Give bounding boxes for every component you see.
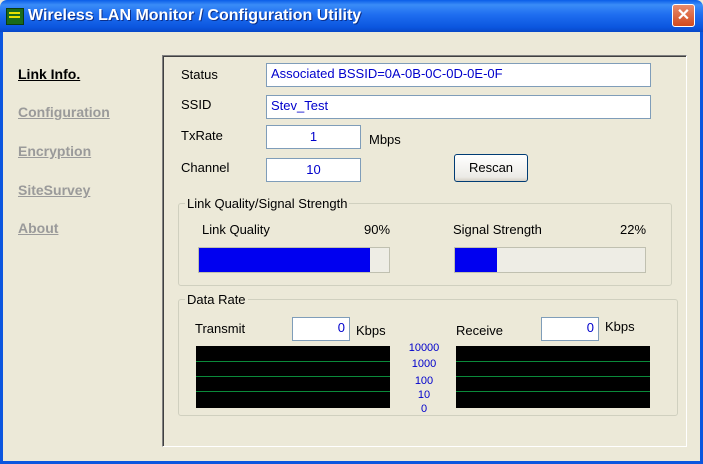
transmit-label: Transmit (195, 321, 246, 336)
ssid-field: Stev_Test (266, 95, 651, 119)
signal-strength-label: Signal Strength (453, 222, 542, 237)
graph-gridline (196, 391, 390, 392)
signal-strength-value: 22% (620, 222, 647, 237)
graph-gridline (456, 391, 650, 392)
app-icon (6, 8, 24, 25)
transmit-graph (196, 346, 390, 408)
scale-label: 10 (417, 389, 431, 401)
transmit-unit: Kbps (356, 323, 386, 338)
quality-group-label: Link Quality/Signal Strength (187, 196, 348, 211)
title-bar[interactable]: Wireless LAN Monitor / Configuration Uti… (0, 0, 703, 32)
link-quality-bar (198, 247, 390, 273)
signal-strength-bar (454, 247, 646, 273)
nav-item-about[interactable]: About (18, 220, 58, 236)
channel-field: 10 (266, 158, 361, 182)
scale-label: 100 (414, 375, 434, 387)
graph-gridline (456, 361, 650, 362)
receive-unit: Kbps (605, 319, 635, 334)
link-quality-bar-fill (199, 248, 370, 272)
window-frame-left (0, 32, 3, 464)
status-field: Associated BSSID=0A-0B-0C-0D-0E-0F (266, 63, 651, 87)
nav-item-configuration[interactable]: Configuration (18, 104, 110, 120)
window-title: Wireless LAN Monitor / Configuration Uti… (28, 7, 362, 24)
txrate-label: TxRate (181, 128, 223, 143)
close-button[interactable]: ✕ (672, 4, 695, 27)
nav-item-link-info[interactable]: Link Info. (18, 66, 80, 82)
link-quality-value: 90% (364, 222, 391, 237)
channel-label: Channel (181, 160, 230, 175)
txrate-field: 1 (266, 125, 361, 149)
data-rate-group-label: Data Rate (187, 292, 246, 307)
ssid-label: SSID (181, 97, 212, 112)
nav-item-sitesurvey[interactable]: SiteSurvey (18, 182, 90, 198)
txrate-unit: Mbps (369, 132, 401, 147)
nav-item-encryption[interactable]: Encryption (18, 143, 91, 159)
receive-field: 0 (541, 317, 599, 341)
link-quality-label: Link Quality (202, 222, 270, 237)
graph-gridline (456, 376, 650, 377)
transmit-field: 0 (292, 317, 350, 341)
graph-gridline (196, 376, 390, 377)
receive-label: Receive (456, 323, 503, 338)
rescan-button[interactable]: Rescan (454, 154, 528, 182)
scale-label: 1000 (411, 358, 437, 370)
signal-strength-bar-fill (455, 248, 497, 272)
receive-graph (456, 346, 650, 408)
scale-label: 0 (420, 403, 428, 415)
scale-label: 10000 (408, 342, 440, 354)
graph-gridline (196, 361, 390, 362)
status-label: Status (181, 67, 218, 82)
